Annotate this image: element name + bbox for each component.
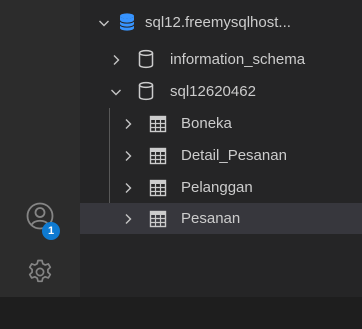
tree-item-label: sql12.freemysqlhost... bbox=[145, 14, 291, 31]
database-icon bbox=[137, 81, 155, 101]
table-icon bbox=[149, 115, 167, 133]
database-stack-icon bbox=[118, 13, 136, 31]
database-icon bbox=[137, 49, 155, 69]
manage-button[interactable] bbox=[0, 246, 80, 302]
activity-bar: 1 bbox=[0, 0, 80, 297]
chevron-right-icon bbox=[121, 117, 135, 131]
accounts-button[interactable]: 1 bbox=[0, 190, 80, 246]
tree-item-table[interactable]: Detail_Pesanan bbox=[80, 140, 362, 171]
tree-item-connection[interactable]: sql12.freemysqlhost... bbox=[80, 7, 362, 38]
chevron-right-icon bbox=[121, 149, 135, 163]
notification-badge: 1 bbox=[42, 222, 60, 240]
tree-item-table[interactable]: Boneka bbox=[80, 108, 362, 139]
tree-item-table-selected[interactable]: Pesanan bbox=[80, 203, 362, 234]
table-icon bbox=[149, 179, 167, 197]
table-icon bbox=[149, 147, 167, 165]
chevron-right-icon bbox=[121, 212, 135, 226]
tree-item-table[interactable]: Pelanggan bbox=[80, 172, 362, 203]
tree-item-database[interactable]: sql12620462 bbox=[80, 76, 362, 107]
chevron-down-icon bbox=[97, 16, 111, 30]
tree-item-label: Boneka bbox=[181, 115, 232, 132]
tree-item-label: Pesanan bbox=[181, 210, 241, 227]
window: 1 sql12.freemysqlhost... information_sch… bbox=[0, 0, 362, 329]
tree-item-label: Detail_Pesanan bbox=[181, 147, 287, 164]
chevron-right-icon bbox=[121, 181, 135, 195]
tree-item-label: information_schema bbox=[170, 51, 306, 68]
gear-icon bbox=[26, 258, 54, 291]
status-bar-area bbox=[0, 297, 362, 329]
tree-item-label: sql12620462 bbox=[170, 83, 256, 100]
tree-item-database[interactable]: information_schema bbox=[80, 44, 362, 75]
tree-item-label: Pelanggan bbox=[181, 179, 253, 196]
table-icon bbox=[149, 210, 167, 228]
chevron-right-icon bbox=[109, 53, 123, 67]
chevron-down-icon bbox=[109, 85, 123, 99]
